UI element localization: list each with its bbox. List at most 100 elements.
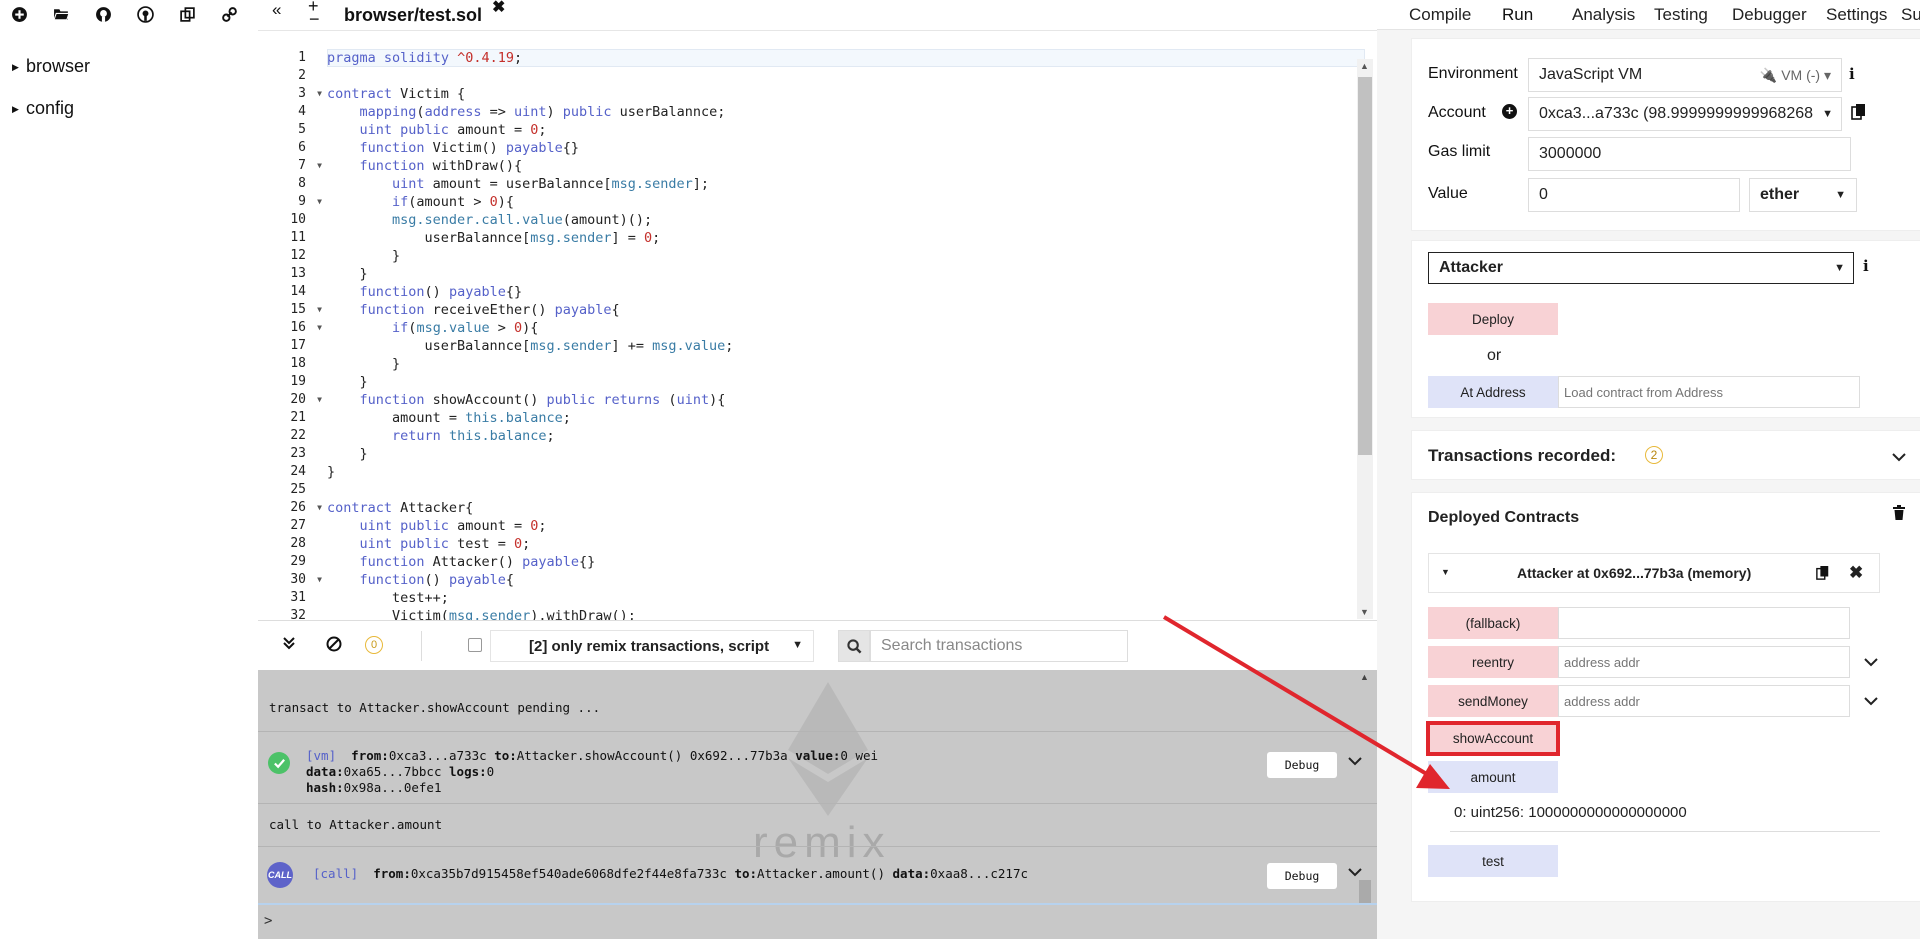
close-tab-icon[interactable]: ✖ <box>492 0 505 17</box>
reentry-address-input[interactable] <box>1558 646 1850 678</box>
link-icon[interactable] <box>218 3 240 25</box>
contract-select[interactable]: Attacker ▼ <box>1428 252 1854 284</box>
github-icon[interactable] <box>92 3 114 25</box>
tab-settings[interactable]: Settings <box>1826 5 1887 25</box>
remove-instance-icon[interactable]: ✖ <box>1849 563 1863 583</box>
tree-folder-config[interactable]: ▶ config <box>12 98 74 119</box>
code-line[interactable]: return this.balance; <box>327 427 1367 445</box>
caret-down-icon[interactable]: ▼ <box>1441 567 1450 577</box>
tree-folder-browser[interactable]: ▶ browser <box>12 56 90 77</box>
code-line[interactable]: uint public amount = 0; <box>327 121 1367 139</box>
sendmoney-address-input[interactable] <box>1558 685 1850 717</box>
chevron-down-icon[interactable] <box>1864 654 1878 670</box>
transaction-log-entry[interactable]: [vm] from:0xca3...a733c to:Attacker.show… <box>306 748 1006 796</box>
listen-network-checkbox[interactable] <box>468 638 482 652</box>
gas-limit-input[interactable]: 3000000 <box>1528 137 1851 171</box>
transaction-filter-dropdown[interactable]: [2] only remix transactions, script ▼ <box>490 630 814 662</box>
code-line[interactable]: function() payable{ <box>327 571 1367 589</box>
code-line[interactable]: function Victim() payable{} <box>327 139 1367 157</box>
call-log-entry[interactable]: [call] from:0xca35b7d915458ef540ade6068d… <box>313 866 1113 881</box>
debug-button[interactable]: Debug <box>1267 863 1337 889</box>
code-line[interactable]: function showAccount() public returns (u… <box>327 391 1367 409</box>
search-transactions-input[interactable] <box>870 630 1128 662</box>
code-line[interactable]: } <box>327 265 1367 283</box>
code-line[interactable]: function withDraw(){ <box>327 157 1367 175</box>
github-gist-icon[interactable] <box>134 3 156 25</box>
fold-icon[interactable]: ▼ <box>317 499 322 517</box>
minimize-terminal-icon[interactable] <box>282 636 296 654</box>
fold-icon[interactable]: ▼ <box>317 571 322 589</box>
fallback-button[interactable]: (fallback) <box>1428 607 1558 639</box>
showaccount-button[interactable]: showAccount <box>1426 721 1560 756</box>
code-line[interactable]: } <box>327 355 1367 373</box>
copy-address-icon[interactable] <box>1816 565 1830 586</box>
fold-icon[interactable]: ▼ <box>317 193 322 211</box>
environment-select[interactable]: JavaScript VM 🔌 VM (-) ▾ <box>1528 58 1842 92</box>
code-line[interactable]: contract Victim { <box>327 85 1367 103</box>
at-address-button[interactable]: At Address <box>1428 376 1558 408</box>
add-account-icon[interactable]: + <box>1502 104 1517 119</box>
code-line[interactable] <box>327 481 1367 499</box>
code-editor[interactable]: 1 2 3 ▼ 4 5 6 7 ▼ 8 9 ▼ 10 11 12 13 14 15 ▼ 16 ▼ 17 18 19 20 ▼ 21 2… <box>258 30 1377 624</box>
scroll-up-icon[interactable]: ▲ <box>1360 61 1369 71</box>
code-line[interactable]: } <box>327 463 1367 481</box>
transactions-recorded-card[interactable]: Transactions recorded: 2 <box>1411 430 1920 480</box>
value-input[interactable]: 0 <box>1528 178 1740 212</box>
tab-testing[interactable]: Testing <box>1654 5 1708 25</box>
clear-console-icon[interactable] <box>326 636 342 657</box>
terminal-scrollbar[interactable]: ▲ <box>1357 672 1373 933</box>
code-line[interactable]: uint public amount = 0; <box>327 517 1367 535</box>
chevron-down-icon[interactable] <box>1892 449 1906 467</box>
editor-scrollbar[interactable]: ▲ ▼ <box>1357 59 1373 619</box>
deploy-button[interactable]: Deploy <box>1428 303 1558 335</box>
copy-address-icon[interactable] <box>1851 103 1867 126</box>
trash-icon[interactable] <box>1892 505 1906 526</box>
code-line[interactable]: } <box>327 373 1367 391</box>
tab-analysis[interactable]: Analysis <box>1572 5 1635 25</box>
scroll-down-icon[interactable]: ▼ <box>1360 607 1369 617</box>
test-button[interactable]: test <box>1428 845 1558 877</box>
code-line[interactable]: } <box>327 445 1367 463</box>
code-line[interactable]: userBalannce[msg.sender] = 0; <box>327 229 1367 247</box>
code-line[interactable]: userBalannce[msg.sender] += msg.value; <box>327 337 1367 355</box>
debug-button[interactable]: Debug <box>1267 752 1337 778</box>
chevron-down-icon[interactable] <box>1864 693 1878 709</box>
code-line[interactable]: function receiveEther() payable{ <box>327 301 1367 319</box>
tab-run[interactable]: Run <box>1502 5 1533 25</box>
code-line[interactable]: test++; <box>327 589 1367 607</box>
copy-to-browser-icon[interactable] <box>176 3 198 25</box>
zoom-out-button[interactable]: − <box>309 9 320 30</box>
code-content[interactable]: pragma solidity ^0.4.19; contract Victim … <box>327 49 1367 625</box>
code-line[interactable]: if(amount > 0){ <box>327 193 1367 211</box>
fold-icon[interactable]: ▼ <box>317 157 322 175</box>
code-line[interactable]: if(msg.value > 0){ <box>327 319 1367 337</box>
code-line[interactable]: function() payable{} <box>327 283 1367 301</box>
code-line[interactable]: uint amount = userBalannce[msg.sender]; <box>327 175 1367 193</box>
code-line[interactable]: msg.sender.call.value(amount)(); <box>327 211 1367 229</box>
code-line[interactable]: mapping(address => uint) public userBala… <box>327 103 1367 121</box>
console-input[interactable]: > <box>258 903 1377 939</box>
account-select[interactable]: 0xca3...a733c (98.9999999999968268 ▼ <box>1528 97 1842 131</box>
editor-scrollbar-thumb[interactable] <box>1358 77 1372 455</box>
info-icon[interactable]: i <box>1849 65 1855 83</box>
collapse-left-panel-button[interactable]: « <box>272 0 281 20</box>
tab-browser-test-sol[interactable]: browser/test.sol ✖ <box>344 0 505 30</box>
code-line[interactable]: uint public test = 0; <box>327 535 1367 553</box>
contract-instance-header[interactable]: ▼ Attacker at 0x692...77b3a (memory) ✖ <box>1428 553 1880 593</box>
sendmoney-button[interactable]: sendMoney <box>1428 685 1558 717</box>
open-folder-icon[interactable] <box>50 3 72 25</box>
fold-icon[interactable]: ▼ <box>317 301 322 319</box>
fallback-input[interactable] <box>1558 607 1850 639</box>
code-line[interactable]: pragma solidity ^0.4.19; <box>327 49 1367 67</box>
reentry-button[interactable]: reentry <box>1428 646 1558 678</box>
value-unit-select[interactable]: ether ▼ <box>1749 178 1857 212</box>
scroll-up-icon[interactable]: ▲ <box>1360 672 1369 682</box>
tab-debugger[interactable]: Debugger <box>1732 5 1807 25</box>
fold-icon[interactable]: ▼ <box>317 319 322 337</box>
code-line[interactable]: function Attacker() payable{} <box>327 553 1367 571</box>
info-icon[interactable]: i <box>1863 257 1869 275</box>
tab-compile[interactable]: Compile <box>1409 5 1471 25</box>
code-line[interactable] <box>327 67 1367 85</box>
fold-icon[interactable]: ▼ <box>317 391 322 409</box>
code-line[interactable]: amount = this.balance; <box>327 409 1367 427</box>
